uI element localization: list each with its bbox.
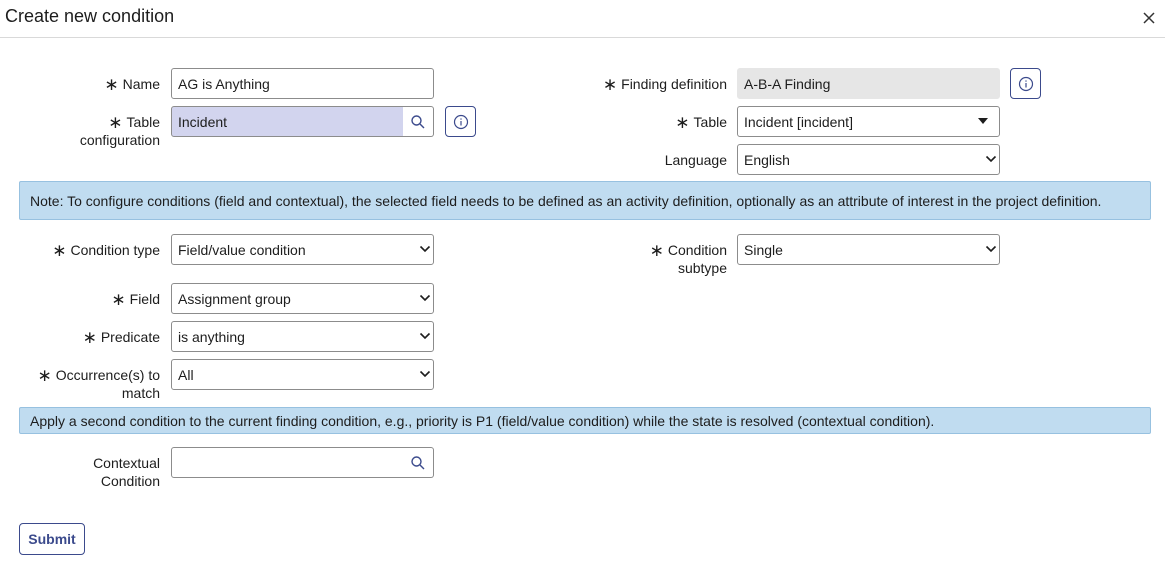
contextual-note-banner: Apply a second condition to the current … [19, 407, 1151, 434]
note-banner: Note: To configure conditions (field and… [19, 181, 1151, 220]
table-label: ∗ Table [675, 113, 727, 132]
table-configuration-info-button[interactable] [445, 106, 476, 137]
search-icon [411, 455, 425, 469]
language-label: Language [664, 152, 727, 168]
condition-subtype-select[interactable]: Single [737, 234, 1000, 265]
table-configuration-label: ∗ Table configuration [79, 113, 160, 149]
info-icon [1018, 76, 1033, 91]
name-label: ∗ Name [104, 75, 160, 94]
required-icon: ∗ [37, 366, 52, 385]
required-icon: ∗ [104, 75, 119, 94]
table-select[interactable]: Incident [incident] [737, 106, 1000, 137]
dialog-header: Create new condition [0, 0, 1165, 38]
condition-type-select[interactable]: Field/value condition [171, 234, 434, 265]
required-icon: ∗ [675, 113, 690, 132]
occurrences-select[interactable]: All [171, 359, 434, 390]
contextual-condition-label: Contextual Condition [93, 455, 160, 489]
required-icon: ∗ [52, 241, 67, 260]
table-configuration-input[interactable] [171, 106, 404, 137]
required-icon: ∗ [649, 241, 664, 260]
finding-definition-label: ∗ Finding definition [602, 75, 727, 94]
search-icon [411, 114, 425, 128]
condition-type-label: ∗ Condition type [52, 241, 160, 260]
dialog-title: Create new condition [5, 6, 175, 26]
table-configuration-lookup-button[interactable] [403, 106, 434, 137]
required-icon: ∗ [111, 290, 126, 309]
field-select[interactable]: Assignment group [171, 283, 434, 314]
submit-button[interactable]: Submit [19, 523, 85, 555]
finding-definition-info-button[interactable] [1010, 68, 1041, 99]
required-icon: ∗ [602, 75, 618, 94]
predicate-label: ∗ Predicate [82, 328, 160, 347]
occurrences-label: ∗ Occurrence(s) to match [37, 366, 161, 402]
language-select[interactable]: English [737, 144, 1000, 175]
field-label: ∗ Field [111, 290, 160, 309]
required-icon: ∗ [108, 113, 123, 132]
predicate-select[interactable]: is anything [171, 321, 434, 352]
contextual-condition-input[interactable] [171, 447, 404, 478]
name-input[interactable] [171, 68, 434, 99]
contextual-condition-lookup-button[interactable] [403, 447, 434, 478]
finding-definition-field: A-B-A Finding [737, 68, 1000, 99]
condition-subtype-label: ∗ Condition subtype [649, 241, 727, 277]
info-icon [453, 114, 468, 129]
required-icon: ∗ [82, 328, 97, 347]
close-icon[interactable] [1138, 7, 1160, 29]
